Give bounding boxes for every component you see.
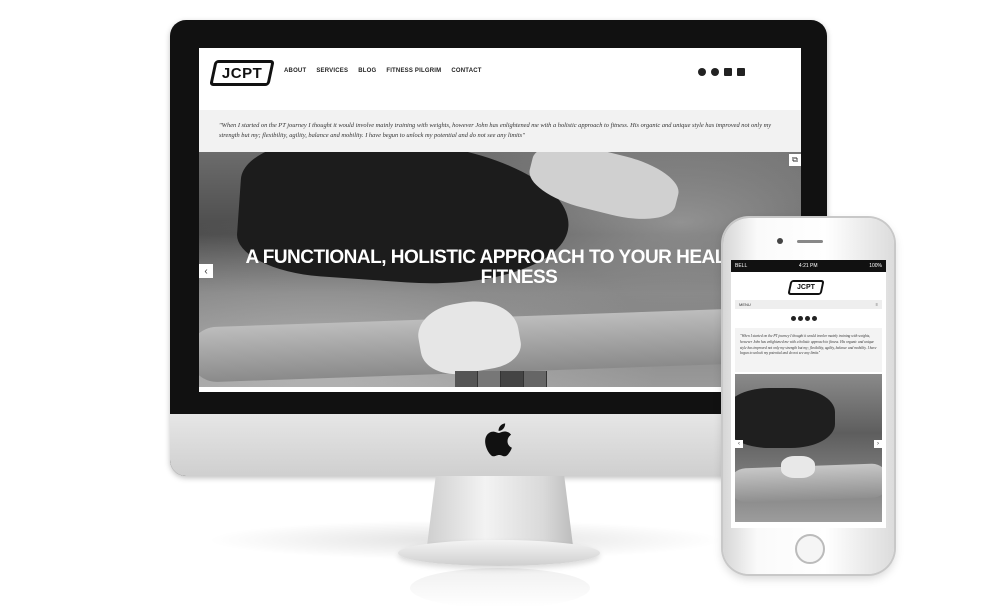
slider-prev-icon[interactable]: ‹ <box>199 264 213 278</box>
testimonial-band: "When I started on the PT journey I thou… <box>199 110 801 152</box>
instagram-icon[interactable] <box>724 68 732 76</box>
mobile-hero-hand <box>781 456 815 478</box>
mobile-logo-text: JCPT <box>797 284 815 291</box>
testimonial-quote: "When I started on the PT journey I thou… <box>219 122 772 139</box>
site-header: JCPT ABOUT SERVICES BLOG FITNESS PILGRIM… <box>199 48 801 110</box>
social-links <box>698 68 745 76</box>
linkedin-icon[interactable] <box>812 316 817 321</box>
hamburger-icon[interactable]: ≡ <box>876 302 878 307</box>
nav-services[interactable]: SERVICES <box>316 68 348 74</box>
twitter-icon[interactable] <box>711 68 719 76</box>
slider-thumbnail[interactable] <box>455 371 478 387</box>
mobile-testimonial: "When I started on the PT journey I thou… <box>735 328 882 372</box>
mobile-hero-slider: ‹ › <box>735 374 882 522</box>
carrier-label: BELL <box>735 263 748 269</box>
hero-slider: A FUNCTIONAL, HOLISTIC APPROACH TO YOUR … <box>199 152 801 387</box>
mobile-hero-arm <box>735 388 835 448</box>
battery-label: 100% <box>869 263 882 269</box>
slider-thumbnail[interactable] <box>478 371 501 387</box>
camera-icon <box>777 238 783 244</box>
slider-thumbnail[interactable] <box>501 371 524 387</box>
nav-about[interactable]: ABOUT <box>284 68 306 74</box>
expand-icon[interactable]: ⧉ <box>789 154 801 166</box>
slider-thumbnail[interactable] <box>524 371 547 387</box>
slider-thumbnails <box>455 371 547 387</box>
twitter-icon[interactable] <box>798 316 803 321</box>
site-logo[interactable]: JCPT <box>209 60 275 86</box>
mobile-logo[interactable]: JCPT <box>787 280 825 295</box>
facebook-icon[interactable] <box>791 316 796 321</box>
imac-stand <box>427 476 573 546</box>
clock-label: 4:21 PM <box>798 263 818 269</box>
instagram-icon[interactable] <box>805 316 810 321</box>
mobile-prev-icon[interactable]: ‹ <box>735 440 743 448</box>
logo-text: JCPT <box>221 64 263 82</box>
mobile-next-icon[interactable]: › <box>874 440 882 448</box>
main-nav: ABOUT SERVICES BLOG FITNESS PILGRIM CONT… <box>284 68 482 74</box>
nav-fitness-pilgrim[interactable]: FITNESS PILGRIM <box>386 68 441 74</box>
apple-logo-icon <box>485 423 512 457</box>
mobile-menu-bar[interactable]: MENU ≡ <box>735 300 882 309</box>
mobile-testimonial-quote: "When I started on the PT journey I thou… <box>740 334 877 356</box>
mobile-website-screen: BELL 4:21 PM 100% JCPT MENU ≡ "When I st… <box>731 260 886 528</box>
imac-stand-base <box>398 540 600 566</box>
linkedin-icon[interactable] <box>737 68 745 76</box>
status-bar: BELL 4:21 PM 100% <box>731 260 886 272</box>
nav-blog[interactable]: BLOG <box>358 68 376 74</box>
mobile-social-links <box>791 316 817 321</box>
facebook-icon[interactable] <box>698 68 706 76</box>
imac-reflection <box>410 568 590 608</box>
menu-label: MENU <box>739 302 751 307</box>
iphone-device: BELL 4:21 PM 100% JCPT MENU ≡ "When I st… <box>723 218 894 574</box>
home-button[interactable] <box>795 534 825 564</box>
phone-speaker <box>797 240 823 243</box>
hero-title: A FUNCTIONAL, HOLISTIC APPROACH TO YOUR … <box>245 247 793 288</box>
desktop-website-screen: JCPT ABOUT SERVICES BLOG FITNESS PILGRIM… <box>199 48 801 392</box>
nav-contact[interactable]: CONTACT <box>451 68 481 74</box>
